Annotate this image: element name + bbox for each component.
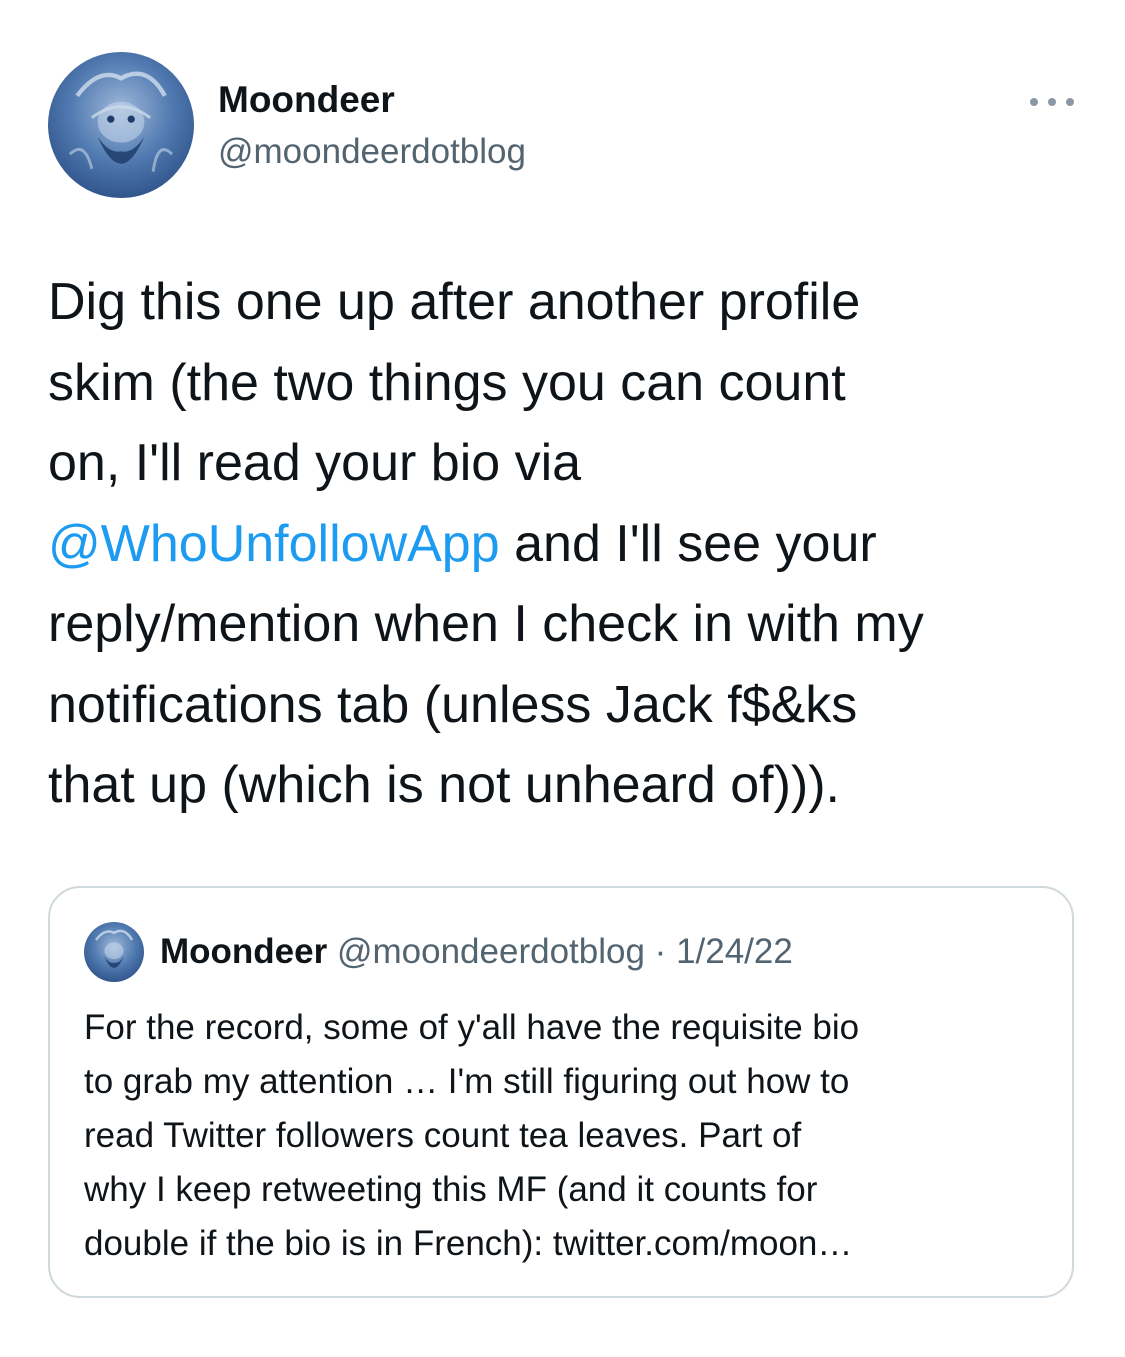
tweet-text-line: on, I'll read your bio via	[48, 434, 582, 492]
tweet-text-line: Dig this one up after another profile	[48, 273, 861, 331]
more-horizontal-icon	[1030, 98, 1074, 106]
tweet-text-line: @WhoUnfollowApp and I'll see your	[48, 504, 1098, 585]
quoted-tweet-text: For the record, some of y'all have the r…	[84, 1001, 1074, 1271]
quoted-author-name[interactable]: Moondeer	[160, 932, 327, 971]
quoted-tweet-date[interactable]: 1/24/22	[676, 932, 793, 971]
quoted-author-handle[interactable]: @moondeerdotblog	[337, 932, 645, 971]
tweet-text-line: reply/mention when I check in with my	[48, 595, 924, 653]
header-separator: ·	[654, 932, 667, 971]
quoted-text-line: to grab my attention … I'm still figurin…	[84, 1062, 850, 1101]
quoted-tweet-header: Moondeer @moondeerdotblog · 1/24/22	[160, 930, 793, 974]
author-avatar[interactable]	[48, 52, 194, 198]
tweet-text-line: notifications tab (unless Jack f$&ks	[48, 675, 858, 734]
more-options-button[interactable]	[1024, 88, 1080, 116]
author-avatar-image	[48, 52, 194, 198]
quoted-tweet-card[interactable]: Moondeer @moondeerdotblog · 1/24/22 For …	[48, 886, 1074, 1298]
tweet-text-line: skim (the two things you can count	[48, 353, 846, 412]
tweet-text: Dig this one up after another profile sk…	[48, 262, 1098, 826]
quoted-author-avatar[interactable]	[84, 922, 144, 982]
quoted-avatar-image	[84, 922, 144, 982]
quoted-text-line: For the record, some of y'all have the r…	[84, 1008, 860, 1047]
quoted-text-line: double if the bio is in French): twitter…	[84, 1224, 853, 1263]
author-handle[interactable]: @moondeerdotblog	[218, 130, 526, 174]
author-name[interactable]: Moondeer	[218, 78, 395, 122]
quoted-text-line: read Twitter followers count tea leaves.…	[84, 1116, 802, 1155]
tweet-text-line: that up (which is not unheard of))).	[48, 756, 840, 814]
mention-link[interactable]: @WhoUnfollowApp	[48, 515, 500, 573]
tweet-text-fragment: and I'll see your	[499, 514, 877, 573]
quoted-text-line: why I keep retweeting this MF (and it co…	[84, 1170, 818, 1209]
